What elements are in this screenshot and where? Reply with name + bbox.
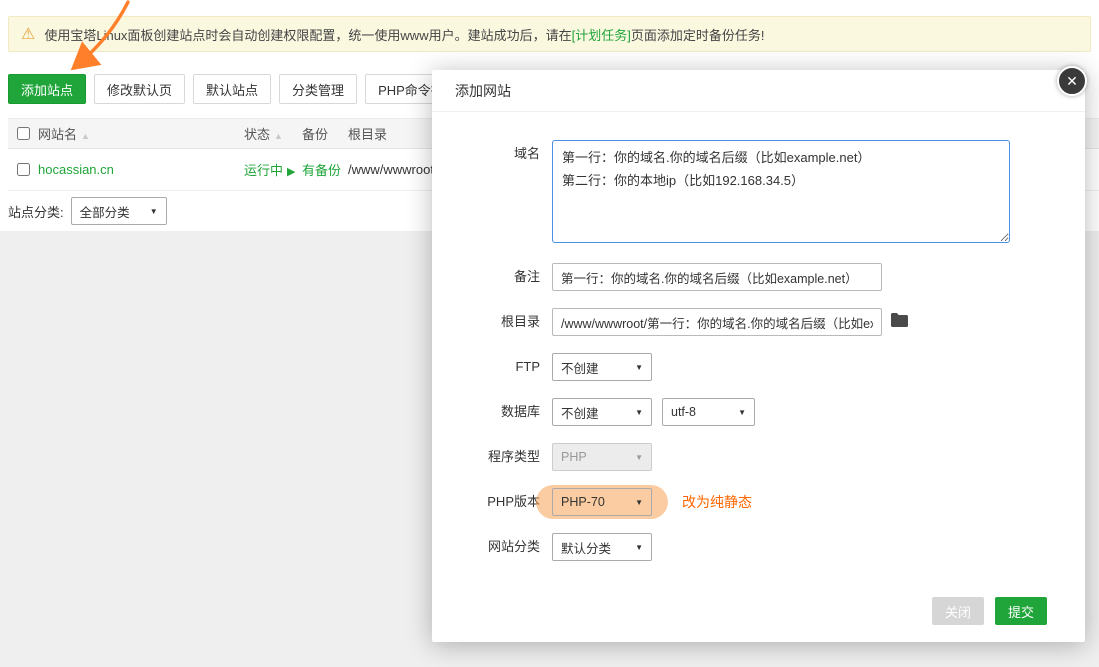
note-label: 备注 <box>432 263 552 291</box>
php-version-highlight-wrap: PHP-70 ▼ <box>552 488 652 516</box>
modify-default-page-button[interactable]: 修改默认页 <box>94 74 185 104</box>
col-header-site[interactable]: 网站名▲ <box>38 124 244 143</box>
cron-tasks-link[interactable]: [计划任务] <box>572 28 631 43</box>
close-icon[interactable]: ✕ <box>1057 66 1087 96</box>
add-site-button[interactable]: 添加站点 <box>8 74 86 104</box>
row-checkbox[interactable] <box>17 163 30 176</box>
site-toolbar: 添加站点 修改默认页 默认站点 分类管理 PHP命令行版本 <box>8 74 483 104</box>
warning-text-after: 页面添加定时备份任务! <box>631 28 765 43</box>
play-icon: ▶ <box>287 166 295 178</box>
default-site-button[interactable]: 默认站点 <box>193 74 271 104</box>
domain-textarea[interactable]: 第一行：你的域名.你的域名后缀（比如example.net） 第二行：你的本地i… <box>552 140 1010 243</box>
app-type-select: PHP ▼ <box>552 443 652 471</box>
chevron-down-icon: ▼ <box>635 453 643 462</box>
sort-up-icon[interactable]: ▲ <box>81 131 90 141</box>
chevron-down-icon: ▼ <box>635 498 643 507</box>
folder-icon[interactable] <box>890 312 909 328</box>
col-header-status[interactable]: 状态▲ <box>244 124 302 143</box>
modal-footer: 关闭 提交 <box>432 590 1085 642</box>
note-input[interactable] <box>552 263 882 291</box>
category-filter-select[interactable]: 全部分类 ▼ <box>71 197 167 225</box>
col-header-backup: 备份 <box>302 124 348 143</box>
app-type-select-value: PHP <box>561 450 587 464</box>
warning-text-before: 使用宝塔Linux面板创建站点时会自动创建权限配置，统一使用www用户。建站成功… <box>44 28 571 43</box>
category-manage-button[interactable]: 分类管理 <box>279 74 357 104</box>
site-category-select-value: 默认分类 <box>561 538 611 557</box>
warning-bar: ⚠ 使用宝塔Linux面板创建站点时会自动创建权限配置，统一使用www用户。建站… <box>8 16 1091 52</box>
submit-button[interactable]: 提交 <box>995 597 1047 625</box>
site-status[interactable]: 运行中▶ <box>244 160 302 179</box>
chevron-down-icon: ▼ <box>635 363 643 372</box>
category-filter-value: 全部分类 <box>80 202 130 221</box>
sort-up-icon[interactable]: ▲ <box>274 131 283 141</box>
modal-body: 域名 第一行：你的域名.你的域名后缀（比如example.net） 第二行：你的… <box>432 112 1085 561</box>
ftp-select-value: 不创建 <box>561 358 599 377</box>
ftp-select[interactable]: 不创建 ▼ <box>552 353 652 381</box>
php-version-select[interactable]: PHP-70 ▼ <box>552 488 652 516</box>
backup-status-link[interactable]: 有备份 <box>302 163 341 178</box>
ftp-label: FTP <box>432 353 552 381</box>
close-button[interactable]: 关闭 <box>932 597 984 625</box>
charset-select-value: utf-8 <box>671 405 696 419</box>
add-site-modal: ✕ 添加网站 域名 第一行：你的域名.你的域名后缀（比如example.net）… <box>432 70 1085 642</box>
site-category-select[interactable]: 默认分类 ▼ <box>552 533 652 561</box>
domain-label: 域名 <box>432 140 552 168</box>
php-version-select-value: PHP-70 <box>561 495 605 509</box>
site-category-label: 网站分类 <box>432 533 552 561</box>
root-dir-input[interactable] <box>552 308 882 336</box>
php-version-label: PHP版本 <box>432 488 552 516</box>
select-all-checkbox[interactable] <box>17 127 30 140</box>
database-select[interactable]: 不创建 ▼ <box>552 398 652 426</box>
charset-select[interactable]: utf-8 ▼ <box>662 398 755 426</box>
site-name-link[interactable]: hocassian.cn <box>38 162 114 177</box>
database-label: 数据库 <box>432 398 552 426</box>
chevron-down-icon: ▼ <box>150 207 158 216</box>
database-select-value: 不创建 <box>561 403 599 422</box>
chevron-down-icon: ▼ <box>635 543 643 552</box>
chevron-down-icon: ▼ <box>738 408 746 417</box>
modal-header: 添加网站 <box>432 70 1085 112</box>
php-version-annotation: 改为纯静态 <box>682 488 752 516</box>
chevron-down-icon: ▼ <box>635 408 643 417</box>
root-dir-label: 根目录 <box>432 308 552 336</box>
site-category-filter: 站点分类: 全部分类 ▼ <box>8 197 167 225</box>
filter-label: 站点分类: <box>8 202 64 221</box>
modal-title: 添加网站 <box>455 81 511 101</box>
app-type-label: 程序类型 <box>432 443 552 471</box>
warning-icon: ⚠ <box>21 24 35 44</box>
warning-text: 使用宝塔Linux面板创建站点时会自动创建权限配置，统一使用www用户。建站成功… <box>44 25 764 44</box>
